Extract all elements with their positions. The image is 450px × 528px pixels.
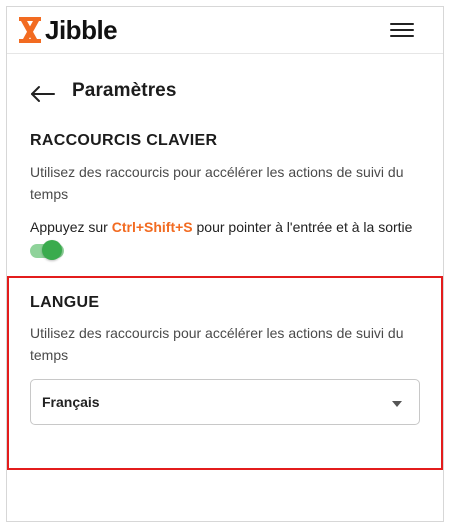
back-button[interactable]: [29, 83, 57, 105]
shortcut-toggle[interactable]: [30, 239, 64, 261]
toggle-knob: [42, 240, 62, 260]
shortcut-instruction: Appuyez sur Ctrl+Shift+S pour pointer à …: [30, 217, 412, 237]
shortcut-prefix: Appuyez sur: [30, 219, 112, 235]
hamburger-menu-button[interactable]: [390, 21, 416, 39]
hamburger-icon: [390, 23, 414, 25]
language-section-title: LANGUE: [30, 294, 100, 311]
shortcuts-description: Utilisez des raccourcis pour accélérer l…: [30, 164, 404, 202]
hourglass-logo-icon: [19, 17, 41, 43]
jibble-logo[interactable]: Jibble: [18, 15, 118, 45]
shortcuts-section-title: RACCOURCIS CLAVIER: [30, 132, 218, 149]
language-selected-value: Français: [42, 394, 100, 410]
hamburger-icon-bar: [390, 29, 414, 31]
shortcut-suffix: pour pointer à l'entrée et à la sortie: [192, 219, 413, 235]
arrow-left-icon: [31, 86, 55, 102]
app-frame: Jibble Paramètres RACCOURCIS CLAVIER Uti…: [6, 6, 444, 522]
top-bar: Jibble: [7, 7, 443, 54]
page-title: Paramètres: [72, 80, 177, 101]
hamburger-icon-bar: [390, 35, 414, 37]
language-select[interactable]: Français: [30, 379, 420, 425]
brand-name: Jibble: [45, 15, 118, 45]
shortcut-key-combo: Ctrl+Shift+S: [111, 219, 193, 235]
caret-down-icon: [392, 401, 402, 407]
language-description: Utilisez des raccourcis pour accélérer l…: [30, 325, 404, 363]
